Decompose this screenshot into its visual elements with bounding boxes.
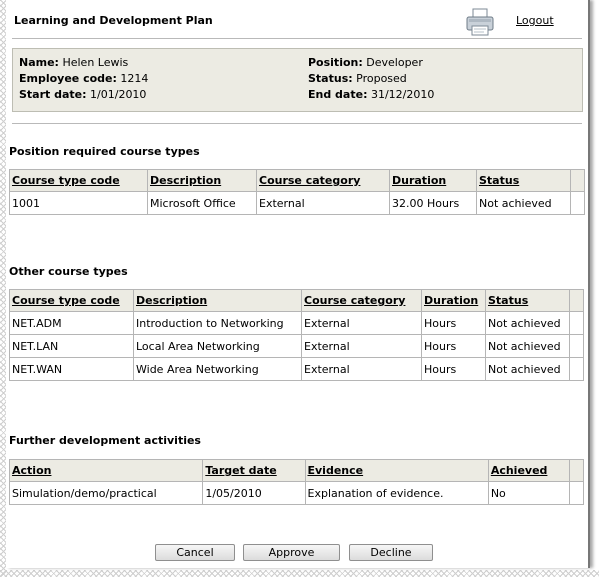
column-header-duration[interactable]: Duration (389, 169, 477, 192)
column-header-course-type-code[interactable]: Course type code (9, 169, 148, 192)
cell-status: Not achieved (485, 357, 570, 381)
table-header-row: Action Target date Evidence Achieved (8, 459, 585, 482)
printer-icon[interactable] (464, 6, 496, 38)
other-courses-title: Other course types (9, 265, 128, 278)
table-row: NET.LAN Local Area Networking External H… (9, 334, 584, 358)
cell-status: Not achieved (485, 334, 570, 358)
employee-info-panel: Name: Helen Lewis Employee code: 1214 St… (12, 48, 583, 112)
cell-course-code: NET.ADM (9, 311, 134, 335)
table-row: Simulation/demo/practical 1/05/2010 Expl… (8, 481, 585, 505)
cell-spacer (569, 357, 584, 381)
cell-duration: Hours (421, 357, 486, 381)
cell-description: Microsoft Office (147, 191, 257, 215)
section-divider (12, 123, 582, 124)
cell-evidence: Explanation of evidence. (304, 481, 489, 505)
required-courses-table: Course type code Description Course cate… (9, 169, 585, 215)
column-spacer (570, 169, 585, 192)
table-row: 1001 Microsoft Office External 32.00 Hou… (9, 191, 585, 215)
column-header-description[interactable]: Description (147, 169, 257, 192)
approve-button[interactable]: Approve (243, 544, 340, 561)
column-header-status[interactable]: Status (485, 289, 570, 312)
column-header-status[interactable]: Status (476, 169, 571, 192)
table-row: NET.ADM Introduction to Networking Exter… (9, 311, 584, 335)
cancel-button[interactable]: Cancel (155, 544, 235, 561)
column-header-evidence[interactable]: Evidence (304, 459, 489, 482)
cell-category: External (301, 311, 422, 335)
torn-edge-bottom (0, 570, 599, 577)
cell-course-code: 1001 (9, 191, 148, 215)
required-courses-title: Position required course types (9, 145, 200, 158)
cell-spacer (569, 311, 584, 335)
plan-page: Learning and Development Plan Logout Nam… (6, 0, 590, 568)
employee-position: Position: Developer (308, 56, 423, 69)
employee-code: Employee code: 1214 (19, 72, 149, 85)
cell-category: External (301, 357, 422, 381)
cell-duration: Hours (421, 334, 486, 358)
cell-description: Introduction to Networking (133, 311, 302, 335)
cell-description: Local Area Networking (133, 334, 302, 358)
cell-course-code: NET.WAN (9, 357, 134, 381)
cell-status: Not achieved (476, 191, 571, 215)
table-header-row: Course type code Description Course cate… (9, 169, 585, 192)
logout-link[interactable]: Logout (516, 14, 554, 27)
cell-category: External (256, 191, 390, 215)
column-spacer (569, 289, 584, 312)
table-row: NET.WAN Wide Area Networking External Ho… (9, 357, 584, 381)
cell-duration: 32.00 Hours (389, 191, 477, 215)
cell-spacer (570, 191, 585, 215)
table-header-row: Course type code Description Course cate… (9, 289, 584, 312)
decline-button[interactable]: Decline (349, 544, 433, 561)
plan-status: Status: Proposed (308, 72, 407, 85)
cell-spacer (568, 481, 585, 505)
cell-achieved: No (487, 481, 570, 505)
column-header-course-type-code[interactable]: Course type code (9, 289, 134, 312)
end-date: End date: 31/12/2010 (308, 88, 435, 101)
start-date: Start date: 1/01/2010 (19, 88, 147, 101)
header-divider (12, 38, 582, 39)
cell-category: External (301, 334, 422, 358)
cell-action: Simulation/demo/practical (8, 481, 204, 505)
further-activities-table: Action Target date Evidence Achieved Sim… (8, 459, 585, 505)
cell-description: Wide Area Networking (133, 357, 302, 381)
column-header-description[interactable]: Description (133, 289, 302, 312)
other-courses-table: Course type code Description Course cate… (9, 289, 584, 381)
column-header-course-category[interactable]: Course category (256, 169, 390, 192)
column-spacer (568, 459, 585, 482)
column-header-course-category[interactable]: Course category (301, 289, 422, 312)
cell-duration: Hours (421, 311, 486, 335)
column-header-action[interactable]: Action (8, 459, 204, 482)
cell-course-code: NET.LAN (9, 334, 134, 358)
cell-target-date: 1/05/2010 (202, 481, 306, 505)
column-header-duration[interactable]: Duration (421, 289, 486, 312)
cell-status: Not achieved (485, 311, 570, 335)
column-header-achieved[interactable]: Achieved (487, 459, 570, 482)
column-header-target-date[interactable]: Target date (202, 459, 306, 482)
employee-name: Name: Helen Lewis (19, 56, 129, 69)
cell-spacer (569, 334, 584, 358)
page-title: Learning and Development Plan (14, 14, 213, 27)
further-activities-title: Further development activities (9, 434, 201, 447)
